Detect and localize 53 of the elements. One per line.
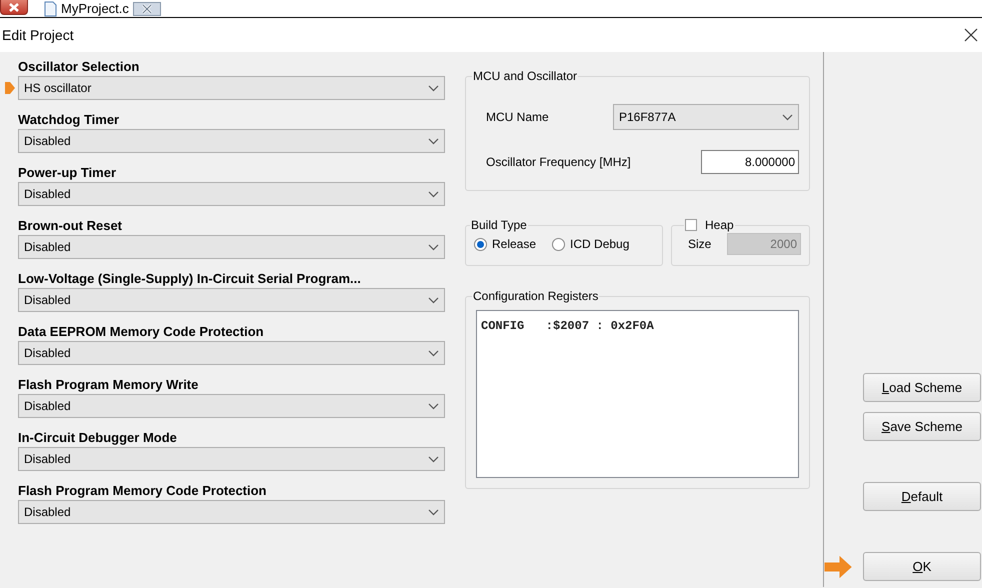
- setting-label: Flash Program Memory Code Protection: [18, 482, 268, 500]
- field-label: Oscillator Frequency [MHz]: [486, 154, 631, 171]
- setting-dropdown[interactable]: Disabled: [18, 447, 445, 471]
- setting-dropdown[interactable]: Disabled: [18, 500, 445, 524]
- field-label: Size: [688, 236, 712, 253]
- checkbox-label: Heap: [705, 219, 734, 231]
- dialog-button[interactable]: Default: [863, 482, 981, 511]
- arrow-icon: [824, 556, 852, 578]
- dialog-button[interactable]: OK: [863, 552, 981, 581]
- chevron-down-icon: [428, 244, 439, 250]
- editor-tab[interactable]: MyProject.c: [57, 0, 133, 18]
- group-title: Configuration Registers: [472, 290, 600, 302]
- chevron-down-icon: [428, 508, 439, 516]
- chevron-down-icon: [428, 456, 439, 462]
- close-button[interactable]: [0, 0, 28, 15]
- setting-dropdown[interactable]: Disabled: [18, 394, 445, 418]
- chevron-down-icon: [782, 114, 793, 120]
- x-icon: [8, 2, 20, 12]
- registers-textbox[interactable]: CONFIG :$2007 : 0x2F0A: [476, 310, 799, 478]
- dialog-button[interactable]: Load Scheme: [863, 373, 981, 402]
- tab-close-button[interactable]: [132, 2, 161, 16]
- chevron-down-icon: [428, 350, 439, 356]
- setting-dropdown[interactable]: Disabled: [18, 288, 445, 312]
- close-icon[interactable]: [964, 28, 980, 42]
- dialog-button[interactable]: Save Scheme: [863, 412, 981, 441]
- chevron-down-icon: [428, 84, 439, 92]
- chevron-down-icon: [428, 190, 439, 198]
- setting-label: Oscillator Selection: [18, 58, 140, 76]
- setting-label: Flash Program Memory Write: [18, 376, 200, 394]
- field-label: MCU Name: [486, 109, 549, 126]
- radio-button[interactable]: Release: [474, 235, 536, 253]
- setting-dropdown[interactable]: HS oscillator: [18, 76, 445, 100]
- file-icon: [44, 0, 57, 16]
- setting-dropdown[interactable]: Disabled: [18, 341, 445, 365]
- mcu-dropdown[interactable]: P16F877A: [613, 104, 799, 130]
- setting-label: Watchdog Timer: [18, 111, 120, 129]
- frequency-field[interactable]: 8.000000: [701, 150, 799, 174]
- chevron-down-icon: [428, 402, 439, 410]
- radio-button[interactable]: ICD Debug: [552, 235, 630, 253]
- setting-dropdown[interactable]: Disabled: [18, 235, 445, 259]
- setting-label: Power-up Timer: [18, 164, 118, 182]
- setting-label: Brown-out Reset: [18, 217, 123, 235]
- setting-label: In-Circuit Debugger Mode: [18, 429, 178, 447]
- chevron-down-icon: [428, 138, 439, 144]
- setting-label: Data EEPROM Memory Code Protection: [18, 323, 265, 341]
- x-icon: [140, 4, 154, 14]
- setting-dropdown[interactable]: Disabled: [18, 182, 445, 206]
- setting-label: Low-Voltage (Single-Supply) In-Circuit Serial Program...: [18, 270, 362, 288]
- setting-dropdown[interactable]: Disabled: [18, 129, 445, 153]
- group-title: Build Type: [470, 219, 528, 231]
- window-title: Edit Project: [2, 26, 74, 45]
- group-title: MCU and Oscillator: [472, 70, 578, 82]
- chevron-down-icon: [428, 296, 439, 304]
